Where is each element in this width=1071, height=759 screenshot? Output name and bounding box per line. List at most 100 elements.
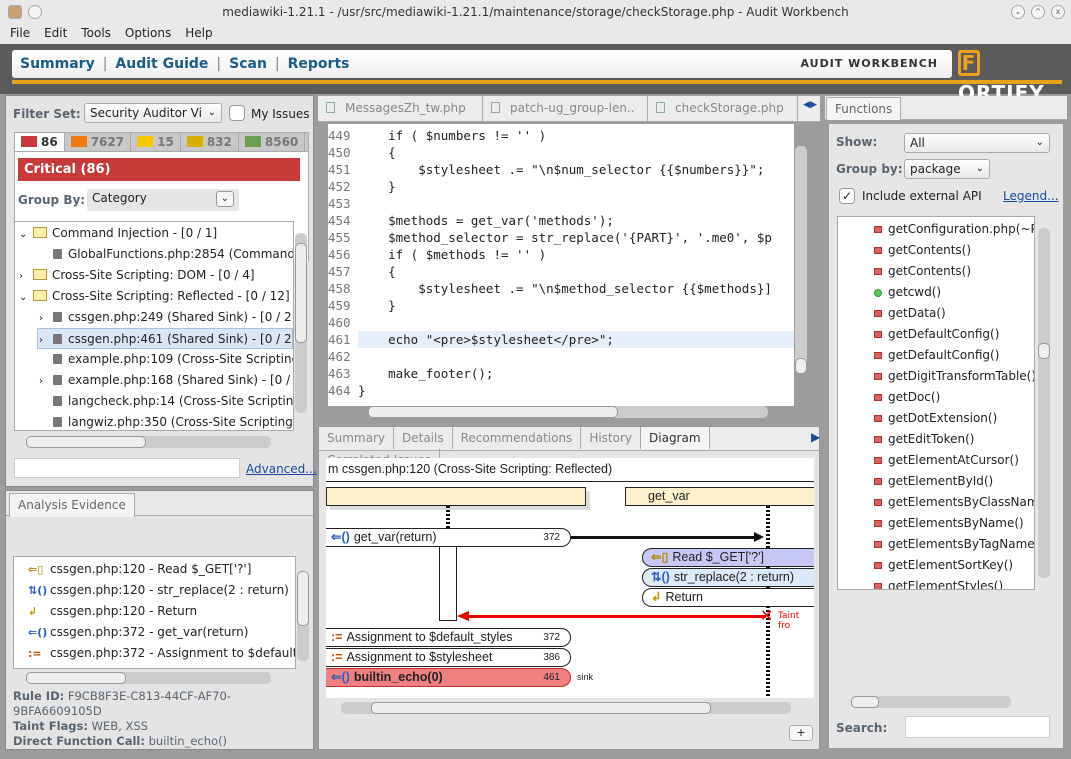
tree-item[interactable]: ⌄ Command Injection - [0 / 1] bbox=[15, 223, 293, 244]
advanced-link[interactable]: Advanced... bbox=[246, 462, 317, 476]
include-external-checkbox[interactable]: ✓ bbox=[839, 188, 855, 204]
chevron-right-icon[interactable]: › bbox=[39, 330, 53, 351]
group-by-select[interactable]: package ⌄ bbox=[904, 159, 990, 179]
menu-help[interactable]: Help bbox=[178, 24, 219, 42]
tree-item[interactable]: langwiz.php:350 (Cross-Site Scripting: R bbox=[15, 412, 293, 430]
function-item[interactable]: getElementStyles() bbox=[838, 576, 1034, 589]
diagram-step[interactable]: ⇐() builtin_echo(0) 461 bbox=[326, 668, 571, 687]
code-view[interactable]: 449 if ( $numbers != '' ) 450 {451 $style… bbox=[328, 124, 794, 406]
tree-item[interactable]: example.php:109 (Cross-Site Scripting: R bbox=[15, 349, 293, 370]
nav-reports[interactable]: Reports bbox=[280, 50, 358, 78]
severity-tab[interactable]: 832 bbox=[181, 133, 239, 151]
evidence-item[interactable]: ⇐▯ cssgen.php:120 - Read $_GET['?'] bbox=[14, 559, 295, 580]
function-item[interactable]: getContents() bbox=[838, 240, 1034, 261]
diagram-step[interactable]: ⇐▯ Read $_GET['?'] bbox=[642, 548, 814, 567]
details-tab[interactable]: Details bbox=[394, 427, 453, 449]
code-hscroll[interactable] bbox=[368, 406, 768, 418]
evidence-item[interactable]: ⇐() cssgen.php:372 - get_var(return) bbox=[14, 622, 295, 643]
function-item[interactable]: getEditToken() bbox=[838, 429, 1034, 450]
evidence-item[interactable]: ↲ cssgen.php:120 - Return bbox=[14, 601, 295, 622]
filter-set-select[interactable]: Security Auditor Vi ⌄ bbox=[84, 103, 222, 123]
severity-tab[interactable]: 8560 bbox=[239, 133, 306, 151]
nav-audit-guide[interactable]: Audit Guide bbox=[107, 50, 216, 78]
details-tab[interactable]: Summary bbox=[319, 427, 394, 449]
zoom-in-button[interactable]: + bbox=[789, 725, 813, 741]
show-select[interactable]: All ⌄ bbox=[904, 133, 1050, 153]
editor-tab[interactable]: patch-ug_group-len.. bbox=[483, 96, 648, 121]
function-name: getConfiguration.php(~PH bbox=[888, 222, 1035, 236]
tab-functions[interactable]: Functions bbox=[826, 97, 902, 120]
editor-tab[interactable]: MessagesZh_tw.php bbox=[318, 96, 483, 121]
close-button[interactable]: x bbox=[1051, 5, 1065, 19]
function-item[interactable]: getElementSortKey() bbox=[838, 555, 1034, 576]
menu-tools[interactable]: Tools bbox=[74, 24, 118, 42]
evidence-item[interactable]: := cssgen.php:372 - Assignment to $defaul… bbox=[14, 643, 295, 664]
chevron-down-icon[interactable]: ⌄ bbox=[19, 224, 33, 245]
function-item[interactable]: getConfiguration.php(~PH bbox=[838, 219, 1034, 240]
function-item[interactable]: getElementAtCursor() bbox=[838, 450, 1034, 471]
function-search-input[interactable] bbox=[905, 716, 1050, 738]
chevron-right-icon[interactable]: › bbox=[39, 371, 53, 392]
chevron-right-icon[interactable]: › bbox=[39, 308, 53, 329]
diagram-hscroll[interactable] bbox=[341, 702, 791, 714]
function-item[interactable]: getContents() bbox=[838, 261, 1034, 282]
nav-scan[interactable]: Scan bbox=[221, 50, 275, 78]
tabs-scroll-right-icon[interactable]: ▶ bbox=[811, 430, 820, 444]
legend-link[interactable]: Legend... bbox=[1003, 189, 1059, 203]
tree-item[interactable]: langcheck.php:14 (Cross-Site Scripting: bbox=[15, 391, 293, 412]
menu-file[interactable]: File bbox=[0, 24, 37, 42]
function-item[interactable]: getData() bbox=[838, 303, 1034, 324]
evidence-item[interactable]: ⇅() cssgen.php:120 - str_replace(2 : retu… bbox=[14, 580, 295, 601]
issue-search-input[interactable] bbox=[14, 458, 240, 478]
function-name: getDefaultConfig() bbox=[888, 327, 1000, 341]
tree-item[interactable]: › Cross-Site Scripting: DOM - [0 / 4] bbox=[15, 265, 293, 286]
diagram-step[interactable]: ⇐() get_var(return) 372 bbox=[326, 528, 571, 547]
nav-summary[interactable]: Summary bbox=[12, 50, 103, 78]
severity-tab[interactable]: 86 bbox=[15, 133, 65, 151]
chevron-down-icon[interactable]: ⌄ bbox=[19, 287, 33, 308]
diagram-step[interactable]: := Assignment to $default_styles 372 bbox=[326, 628, 571, 647]
severity-tab[interactable]: 7627 bbox=[65, 133, 132, 151]
diagram-step[interactable]: ↲ Return bbox=[642, 588, 814, 607]
details-tab[interactable]: Diagram bbox=[641, 427, 710, 449]
details-tab[interactable]: History bbox=[581, 427, 642, 449]
menu-edit[interactable]: Edit bbox=[37, 24, 74, 42]
tree-item[interactable]: › cssgen.php:461 (Shared Sink) - [0 / 2] bbox=[37, 328, 293, 349]
tree-hscroll[interactable] bbox=[26, 436, 271, 448]
menu-options[interactable]: Options bbox=[118, 24, 178, 42]
function-item[interactable]: getElementsByName() bbox=[838, 513, 1034, 534]
group-by-select[interactable]: Category ⌄ bbox=[87, 189, 239, 211]
tree-item[interactable]: ⌄ Cross-Site Scripting: Reflected - [0 / … bbox=[15, 286, 293, 307]
severity-tab[interactable]: 15 bbox=[131, 133, 181, 151]
function-item[interactable]: getElementsByTagName() bbox=[838, 534, 1034, 555]
details-tab[interactable]: Recommendations bbox=[453, 427, 582, 449]
my-issues-checkbox[interactable] bbox=[229, 105, 245, 121]
tab-analysis-evidence[interactable]: Analysis Evidence bbox=[9, 493, 135, 517]
functions-hscroll[interactable] bbox=[851, 696, 1011, 708]
function-item[interactable]: getcwd() bbox=[838, 282, 1034, 303]
function-item[interactable]: getDefaultConfig() bbox=[838, 345, 1034, 366]
evidence-hscroll[interactable] bbox=[26, 672, 271, 684]
editor-tab[interactable]: checkStorage.php bbox=[648, 96, 798, 121]
tree-item[interactable]: › example.php:168 (Shared Sink) - [0 / 3] bbox=[15, 370, 293, 391]
evidence-vscroll[interactable] bbox=[297, 571, 309, 661]
function-item[interactable]: getElementById() bbox=[838, 471, 1034, 492]
function-item[interactable]: getDoc() bbox=[838, 387, 1034, 408]
tree-vscroll[interactable] bbox=[295, 233, 307, 413]
function-item[interactable]: getDefaultConfig() bbox=[838, 324, 1034, 345]
functions-vscroll[interactable] bbox=[1038, 228, 1050, 578]
diagram-step[interactable]: ⇅() str_replace(2 : return) bbox=[642, 568, 814, 587]
function-item[interactable]: getDigitTransformTable() bbox=[838, 366, 1034, 387]
maximize-button[interactable]: ^ bbox=[1031, 5, 1045, 19]
chevron-right-icon[interactable]: › bbox=[19, 266, 33, 287]
function-item[interactable]: getElementsByClassName bbox=[838, 492, 1034, 513]
tree-item[interactable]: › cssgen.php:249 (Shared Sink) - [0 / 2] bbox=[15, 307, 293, 328]
minimize-button[interactable]: ⌄ bbox=[1011, 5, 1025, 19]
tree-item[interactable]: GlobalFunctions.php:2854 (Command Inj bbox=[15, 244, 293, 265]
function-item[interactable]: getDotExtension() bbox=[838, 408, 1034, 429]
diagram-step[interactable]: := Assignment to $stylesheet 386 bbox=[326, 648, 571, 667]
window-menu-button[interactable] bbox=[28, 5, 42, 19]
code-line: 463 make_footer(); bbox=[328, 365, 794, 382]
tab-scroll-icon[interactable]: ◀▶ bbox=[803, 100, 817, 110]
code-vscroll[interactable] bbox=[795, 146, 807, 374]
